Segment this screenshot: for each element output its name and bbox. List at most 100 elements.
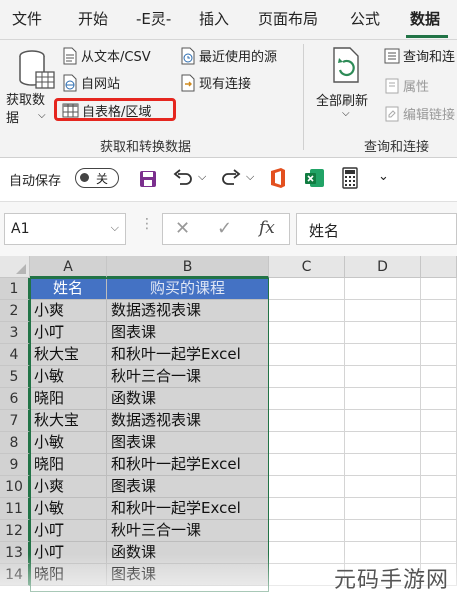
empty-cell[interactable]	[269, 432, 345, 454]
tab-formulas[interactable]: 公式	[350, 8, 380, 29]
table-cell[interactable]: 小敏	[30, 366, 107, 388]
name-box[interactable]: A1 ⌵	[4, 213, 126, 245]
empty-cell[interactable]	[345, 388, 421, 410]
table-cell[interactable]: 图表课	[107, 564, 269, 586]
row-header[interactable]: 4	[0, 344, 30, 366]
empty-cell[interactable]	[345, 542, 421, 564]
table-cell[interactable]: 数据透视表课	[107, 300, 269, 322]
empty-cell[interactable]	[269, 388, 345, 410]
empty-cell[interactable]	[421, 388, 457, 410]
properties-button[interactable]: 属性	[384, 76, 429, 95]
empty-cell[interactable]	[421, 300, 457, 322]
insert-function-icon[interactable]: fx	[259, 218, 275, 238]
empty-cell[interactable]	[421, 432, 457, 454]
row-header[interactable]: 6	[0, 388, 30, 410]
empty-cell[interactable]	[345, 476, 421, 498]
row-header[interactable]: 11	[0, 498, 30, 520]
tab-insert[interactable]: 插入	[199, 8, 229, 29]
table-cell[interactable]: 函数课	[107, 388, 269, 410]
column-header-b[interactable]: B	[107, 256, 269, 278]
table-header-cell[interactable]: 购买的课程	[107, 278, 269, 300]
row-header[interactable]: 5	[0, 366, 30, 388]
queries-connections-button[interactable]: 查询和连	[384, 46, 455, 65]
column-header-c[interactable]: C	[269, 256, 345, 278]
table-cell[interactable]: 函数课	[107, 542, 269, 564]
empty-cell[interactable]	[345, 344, 421, 366]
calculator-icon[interactable]	[342, 167, 358, 189]
table-cell[interactable]: 晓阳	[30, 388, 107, 410]
empty-cell[interactable]	[269, 278, 345, 300]
table-cell[interactable]: 小叮	[30, 542, 107, 564]
empty-cell[interactable]	[345, 454, 421, 476]
empty-cell[interactable]	[269, 366, 345, 388]
empty-cell[interactable]	[269, 344, 345, 366]
row-header[interactable]: 1	[0, 278, 30, 300]
table-header-cell[interactable]: 姓名	[30, 278, 107, 300]
empty-cell[interactable]	[269, 520, 345, 542]
table-cell[interactable]: 小叮	[30, 322, 107, 344]
customize-toolbar-icon[interactable]: ⌄	[378, 169, 389, 184]
table-cell[interactable]: 数据透视表课	[107, 410, 269, 432]
chevron-down-icon[interactable]: ⌵	[111, 221, 119, 235]
refresh-all-button[interactable]: 全部刷新 ⌵	[312, 44, 378, 126]
empty-cell[interactable]	[345, 278, 421, 300]
empty-cell[interactable]	[421, 542, 457, 564]
table-cell[interactable]: 图表课	[107, 322, 269, 344]
recent-sources-button[interactable]: 最近使用的源	[180, 46, 277, 65]
table-cell[interactable]: 晓阳	[30, 564, 107, 586]
row-header[interactable]: 3	[0, 322, 30, 344]
from-web-button[interactable]: 自网站	[62, 73, 120, 92]
table-cell[interactable]: 秋叶三合一课	[107, 520, 269, 542]
empty-cell[interactable]	[421, 498, 457, 520]
tab-data[interactable]: 数据	[410, 8, 440, 29]
empty-cell[interactable]	[269, 498, 345, 520]
row-header[interactable]: 2	[0, 300, 30, 322]
empty-cell[interactable]	[421, 410, 457, 432]
empty-cell[interactable]	[269, 454, 345, 476]
row-header[interactable]: 13	[0, 542, 30, 564]
table-cell[interactable]: 小敏	[30, 432, 107, 454]
edit-links-button[interactable]: 编辑链接	[384, 104, 455, 123]
empty-cell[interactable]	[269, 542, 345, 564]
row-header[interactable]: 9	[0, 454, 30, 476]
empty-cell[interactable]	[345, 410, 421, 432]
tab-home[interactable]: 开始	[78, 8, 108, 29]
tab-file[interactable]: 文件	[12, 8, 42, 29]
empty-cell[interactable]	[345, 498, 421, 520]
table-cell[interactable]: 小叮	[30, 520, 107, 542]
empty-cell[interactable]	[421, 520, 457, 542]
empty-cell[interactable]	[421, 366, 457, 388]
undo-icon[interactable]	[172, 168, 194, 188]
table-cell[interactable]: 和秋叶一起学Excel	[107, 454, 269, 476]
drag-handle-icon[interactable]: ⋮	[140, 217, 154, 231]
table-cell[interactable]: 和秋叶一起学Excel	[107, 498, 269, 520]
office-icon[interactable]	[268, 167, 288, 189]
table-cell[interactable]: 晓阳	[30, 454, 107, 476]
empty-cell[interactable]	[269, 476, 345, 498]
excel-online-icon[interactable]	[304, 167, 326, 189]
table-cell[interactable]: 图表课	[107, 432, 269, 454]
from-text-csv-button[interactable]: 从文本/CSV	[62, 46, 151, 65]
empty-cell[interactable]	[421, 344, 457, 366]
tab-e-ling[interactable]: -E灵-	[136, 8, 171, 29]
get-data-button[interactable]: 获取数据 ⌵	[6, 46, 56, 128]
table-cell[interactable]: 秋大宝	[30, 410, 107, 432]
existing-connections-button[interactable]: 现有连接	[180, 73, 251, 92]
redo-icon[interactable]	[220, 168, 242, 188]
empty-cell[interactable]	[421, 476, 457, 498]
autosave-toggle[interactable]: 关	[75, 168, 119, 188]
table-cell[interactable]: 秋大宝	[30, 344, 107, 366]
table-cell[interactable]: 图表课	[107, 476, 269, 498]
empty-cell[interactable]	[421, 454, 457, 476]
select-all-corner[interactable]	[0, 256, 30, 278]
row-header[interactable]: 8	[0, 432, 30, 454]
column-header-e[interactable]	[421, 256, 457, 278]
formula-input[interactable]: 姓名	[296, 213, 457, 245]
column-header-d[interactable]: D	[345, 256, 421, 278]
table-cell[interactable]: 和秋叶一起学Excel	[107, 344, 269, 366]
column-header-a[interactable]: A	[30, 256, 107, 278]
empty-cell[interactable]	[421, 322, 457, 344]
spreadsheet-grid[interactable]: A B C D 1 姓名 购买的课程 2 小爽 数据透视表课 3 小叮 图表课 4 秋大宝 和秋叶一起…	[0, 256, 457, 600]
empty-cell[interactable]	[269, 322, 345, 344]
row-header[interactable]: 10	[0, 476, 30, 498]
